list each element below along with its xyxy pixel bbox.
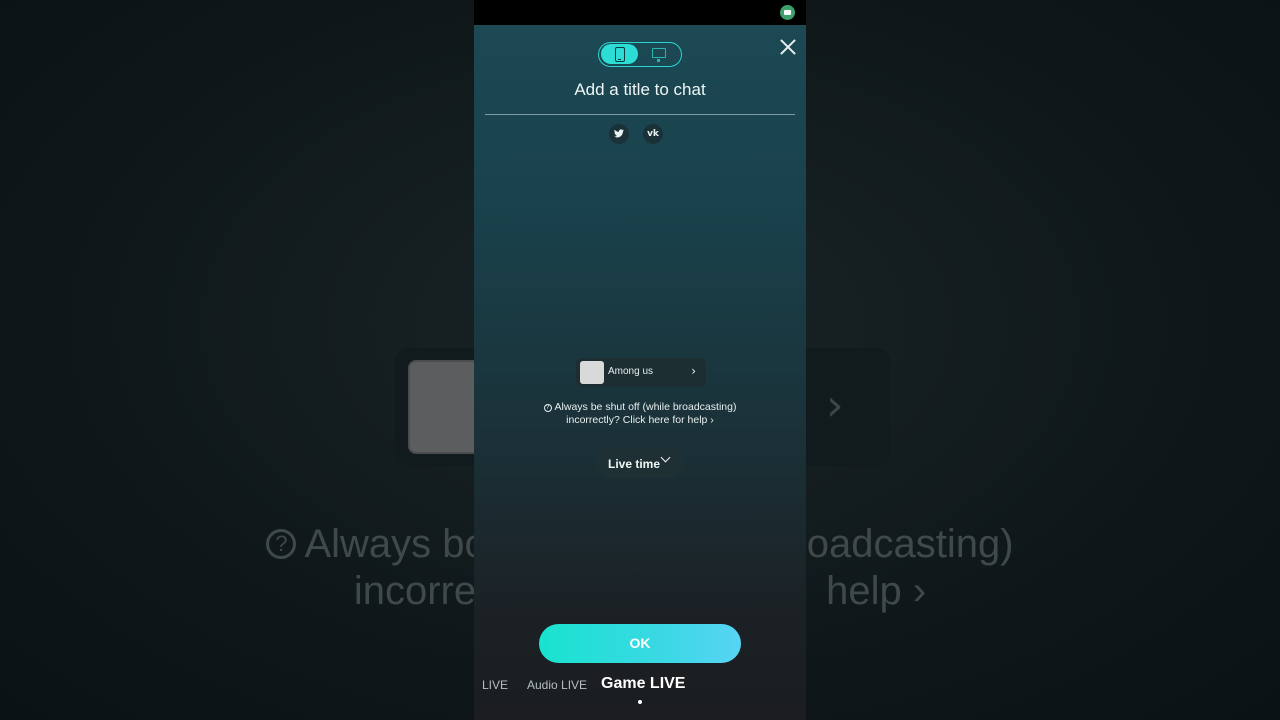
- vk-share-icon[interactable]: vk: [643, 124, 663, 144]
- active-tab-indicator: [638, 700, 642, 704]
- device-mode-toggle[interactable]: [598, 42, 682, 67]
- game-selector[interactable]: Among us ›: [576, 358, 706, 387]
- close-icon[interactable]: [778, 37, 798, 57]
- chevron-right-icon: ›: [691, 364, 696, 378]
- tab-live[interactable]: LIVE: [482, 678, 508, 692]
- phone-icon: [615, 47, 625, 62]
- background-chevron-icon: ›: [826, 380, 844, 431]
- live-time-label: Live time: [608, 457, 661, 471]
- tab-audio-live[interactable]: Audio LIVE: [527, 678, 587, 692]
- ok-button[interactable]: OK: [539, 624, 741, 663]
- help-link-line1[interactable]: ? Always be shut off (while broadcasting): [514, 401, 766, 413]
- title-underline: [485, 114, 795, 115]
- status-bar: [474, 0, 806, 25]
- tab-game-live[interactable]: Game LIVE: [601, 675, 685, 693]
- chat-title-input[interactable]: Add a title to chat: [485, 80, 795, 100]
- game-thumbnail: [580, 361, 604, 384]
- monitor-icon: [652, 48, 666, 62]
- help-link-line2[interactable]: incorrectly? Click here for help ›: [514, 414, 766, 426]
- pc-mode-option[interactable]: [641, 44, 678, 64]
- twitter-share-icon[interactable]: [609, 124, 629, 144]
- phone-mode-option[interactable]: [601, 44, 638, 64]
- phone-screen: Add a title to chat vk Among us › ? Alway…: [474, 0, 806, 720]
- chevron-down-icon: [660, 452, 671, 463]
- live-time-dropdown[interactable]: Live time: [597, 448, 683, 478]
- screen-record-icon: [780, 5, 795, 20]
- background-help-question-icon: ?: [266, 529, 297, 559]
- question-icon: ?: [543, 404, 552, 412]
- game-name: Among us: [608, 366, 654, 377]
